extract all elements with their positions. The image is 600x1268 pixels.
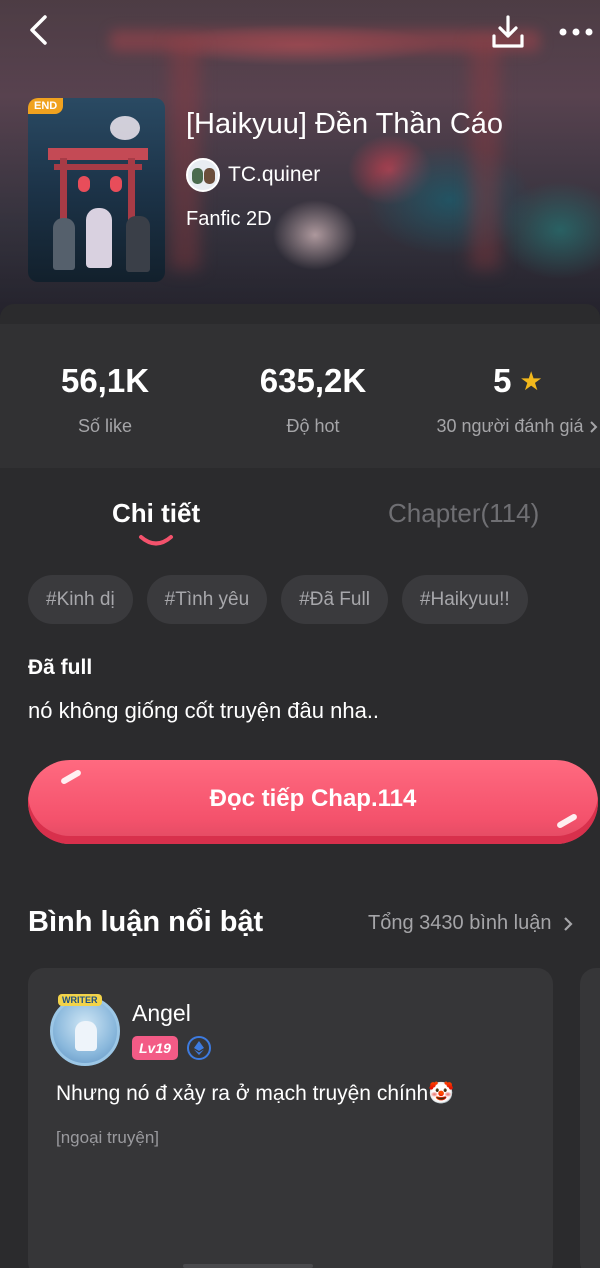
star-icon: ★ [519, 365, 543, 396]
tag-chip[interactable]: #Kinh dị [28, 575, 133, 624]
author-avatar [186, 158, 220, 192]
commenter-avatar[interactable] [50, 996, 120, 1066]
rating-stat[interactable]: 5 ★ 30 người đánh giá [418, 362, 600, 437]
chevron-right-icon [563, 916, 573, 931]
download-icon [492, 15, 524, 48]
comment-chapter-tag: [ngoại truyện] [56, 1128, 160, 1147]
back-button[interactable] [22, 12, 58, 48]
writer-badge: WRITER [58, 994, 102, 1006]
hot-label: Độ hot [286, 416, 340, 436]
end-badge: END [28, 98, 64, 114]
continue-reading-button[interactable]: Đọc tiếp Chap.114 [28, 760, 598, 844]
likes-count: 56,1K [60, 362, 150, 399]
stats-row: 56,1K Số like 635,2K Độ hot 5 ★ 30 người … [0, 324, 600, 468]
tab-bar: Chi tiết Chapter(114) [0, 484, 600, 554]
button-gloss [555, 812, 579, 830]
continue-reading-label: Đọc tiếp Chap.114 [209, 785, 417, 812]
more-dots-icon [559, 28, 593, 36]
level-badge: Lv19 [132, 1036, 178, 1060]
tag-chip[interactable]: #Haikyuu!! [401, 575, 528, 624]
story-description: nó không giống cốt truyện đâu nha.. [28, 698, 380, 723]
hot-stat: 635,2K Độ hot [213, 362, 413, 437]
author-name: TC.quiner [228, 163, 321, 186]
tab-chapter[interactable]: Chapter(114) [388, 498, 539, 529]
verified-icon [187, 1036, 211, 1060]
story-title: [Haikyuu] Đền Thần Cáo [186, 108, 504, 140]
author-link[interactable]: TC.quiner [186, 158, 320, 192]
completion-status: Đã full [28, 656, 93, 679]
comments-total: Tổng 3430 bình luận [368, 912, 552, 934]
top-bar [0, 0, 600, 64]
chevron-left-icon [30, 15, 47, 45]
next-comment-card[interactable] [580, 968, 600, 1268]
rating-count-label: 30 người đánh giá [436, 416, 584, 436]
tag-chip[interactable]: #Đã Full [281, 575, 388, 624]
hot-count: 635,2K [259, 362, 367, 399]
comment-card[interactable]: WRITER Angel Lv19 Nhưng nó đ xảy ra ở mạ… [28, 968, 553, 1268]
button-gloss [59, 768, 83, 786]
commenter-name[interactable]: Angel [132, 1000, 191, 1027]
download-button[interactable] [488, 12, 528, 52]
comment-text: Nhưng nó đ xảy ra ở mạch truyện chính🤡 [56, 1082, 455, 1105]
card-divider [183, 1264, 313, 1268]
tab-detail[interactable]: Chi tiết [112, 498, 200, 529]
likes-label: Số like [77, 416, 133, 436]
likes-stat: 56,1K Số like [5, 362, 205, 437]
genre-label: Fanfic 2D [186, 208, 272, 230]
comments-total-link[interactable]: Tổng 3430 bình luận [368, 912, 574, 935]
more-options-button[interactable] [556, 18, 596, 46]
tag-chip[interactable]: #Tình yêu [146, 575, 268, 624]
comments-heading: Bình luận nổi bật [28, 906, 264, 938]
story-cover [28, 98, 165, 282]
tab-active-indicator [139, 535, 173, 546]
rating-value: 5 [493, 362, 512, 399]
tag-list: #Kinh dị #Tình yêu #Đã Full #Haikyuu!! [28, 575, 600, 625]
chevron-right-icon [590, 420, 598, 433]
